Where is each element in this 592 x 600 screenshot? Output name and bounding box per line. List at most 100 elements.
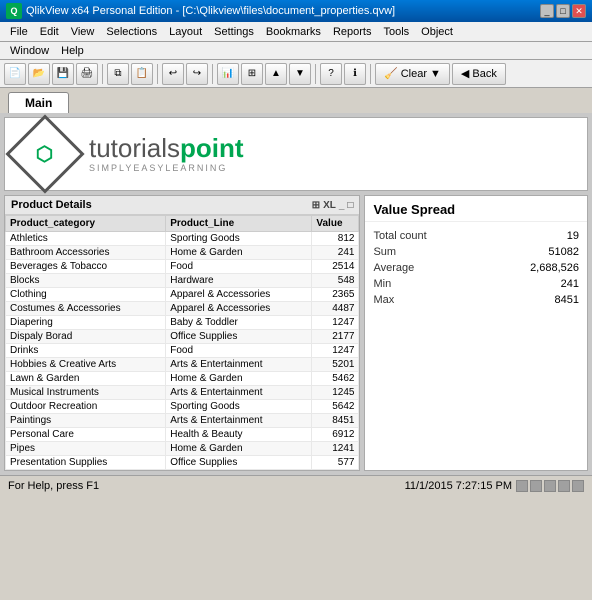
menu-window[interactable]: Window [4, 43, 55, 59]
separator-3 [212, 64, 213, 84]
clear-button[interactable]: 🧹 Clear ▼ [375, 63, 450, 85]
logo-icon: ⬡ [36, 142, 53, 167]
stat-value: 241 [561, 278, 579, 290]
status-bar: For Help, press F1 11/1/2015 7:27:15 PM [0, 475, 592, 495]
maximize-button[interactable]: □ [556, 4, 570, 18]
cell-category: Lawn & Garden [6, 372, 166, 386]
table-row[interactable]: Blocks Hardware 548 [6, 274, 359, 288]
cell-line: Home & Garden [166, 442, 312, 456]
help-button[interactable]: ? [320, 63, 342, 85]
back-label: Back [472, 68, 496, 80]
table-row[interactable]: Bathroom Accessories Home & Garden 241 [6, 246, 359, 260]
table-row[interactable]: Personal Care Health & Beauty 6912 [6, 428, 359, 442]
menu-settings[interactable]: Settings [208, 24, 260, 40]
cell-line: Hardware [166, 274, 312, 288]
cell-value: 1247 [312, 344, 359, 358]
table-row[interactable]: Lawn & Garden Home & Garden 5462 [6, 372, 359, 386]
table-row[interactable]: Musical Instruments Arts & Entertainment… [6, 386, 359, 400]
window-controls[interactable]: _ □ ✕ [540, 4, 586, 18]
redo-button[interactable]: ↪ [186, 63, 208, 85]
cell-category: Paintings [6, 414, 166, 428]
sub-menu-bar: Window Help [0, 42, 592, 60]
datetime: 11/1/2015 7:27:15 PM [405, 480, 512, 492]
menu-selections[interactable]: Selections [100, 24, 163, 40]
panel-icon-minimize[interactable]: _ [339, 200, 345, 211]
table-row[interactable]: Presentation Supplies Office Supplies 57… [6, 456, 359, 470]
col-header-line[interactable]: Product_Line [166, 216, 312, 232]
table-row[interactable]: Hobbies & Creative Arts Arts & Entertain… [6, 358, 359, 372]
new-button[interactable]: 📄 [4, 63, 26, 85]
menu-help[interactable]: Help [55, 43, 90, 59]
menu-tools[interactable]: Tools [377, 24, 415, 40]
cell-category: Pipes [6, 442, 166, 456]
down-button[interactable]: ▼ [289, 63, 311, 85]
panel-icon-grid[interactable]: ⊞ [312, 200, 320, 211]
table-row[interactable]: Drinks Food 1247 [6, 344, 359, 358]
panel-icon-xl[interactable]: XL [323, 200, 336, 211]
status-right: 11/1/2015 7:27:15 PM [405, 480, 584, 492]
cell-value: 2177 [312, 330, 359, 344]
menu-object[interactable]: Object [415, 24, 459, 40]
menu-view[interactable]: View [65, 24, 101, 40]
menu-bar: File Edit View Selections Layout Setting… [0, 22, 592, 42]
back-button[interactable]: ◀ Back [452, 63, 506, 85]
separator-2 [157, 64, 158, 84]
table-row[interactable]: Beverages & Tobacco Food 2514 [6, 260, 359, 274]
stat-label: Sum [373, 246, 396, 258]
brand-name: tutorialspoint [89, 135, 244, 161]
panel-header-controls[interactable]: ⊞ XL _ □ [312, 200, 354, 211]
cell-line: Apparel & Accessories [166, 288, 312, 302]
undo-button[interactable]: ↩ [162, 63, 184, 85]
logo-diamond: ⬡ [5, 114, 84, 193]
close-button[interactable]: ✕ [572, 4, 586, 18]
cell-line: Sporting Goods [166, 232, 312, 246]
col-header-value[interactable]: Value [312, 216, 359, 232]
menu-file[interactable]: File [4, 24, 34, 40]
up-button[interactable]: ▲ [265, 63, 287, 85]
tab-main[interactable]: Main [8, 92, 69, 113]
paste-button[interactable]: 📋 [131, 63, 153, 85]
copy-button[interactable]: ⧉ [107, 63, 129, 85]
panel-icon-maximize[interactable]: □ [347, 200, 353, 211]
print-button[interactable]: 🖨 [76, 63, 98, 85]
status-block-4 [558, 480, 570, 492]
cell-value: 6912 [312, 428, 359, 442]
table-row[interactable]: Diapering Baby & Toddler 1247 [6, 316, 359, 330]
cell-category: Diapering [6, 316, 166, 330]
separator-4 [315, 64, 316, 84]
cell-value: 5642 [312, 400, 359, 414]
stat-row: Max 8451 [373, 292, 579, 308]
table-row[interactable]: Clothing Apparel & Accessories 2365 [6, 288, 359, 302]
open-button[interactable]: 📂 [28, 63, 50, 85]
table-button[interactable]: ⊞ [241, 63, 263, 85]
cell-category: Drinks [6, 344, 166, 358]
menu-edit[interactable]: Edit [34, 24, 65, 40]
cell-line: Home & Garden [166, 246, 312, 260]
product-table-container[interactable]: Product_category Product_Line Value Athl… [5, 215, 359, 470]
cell-line: Food [166, 344, 312, 358]
table-row[interactable]: Costumes & Accessories Apparel & Accesso… [6, 302, 359, 316]
value-panel: Value Spread Total count 19 Sum 51082 Av… [364, 195, 588, 471]
table-row[interactable]: Outdoor Recreation Sporting Goods 5642 [6, 400, 359, 414]
status-block-2 [530, 480, 542, 492]
col-header-category[interactable]: Product_category [6, 216, 166, 232]
table-row[interactable]: Pipes Home & Garden 1241 [6, 442, 359, 456]
minimize-button[interactable]: _ [540, 4, 554, 18]
table-row[interactable]: Dispaly Borad Office Supplies 2177 [6, 330, 359, 344]
cell-value: 241 [312, 246, 359, 260]
product-panel-title: Product Details [11, 199, 92, 211]
cell-value: 4487 [312, 302, 359, 316]
menu-bookmarks[interactable]: Bookmarks [260, 24, 327, 40]
help-text: For Help, press F1 [8, 480, 99, 492]
table-row[interactable]: Athletics Sporting Goods 812 [6, 232, 359, 246]
menu-reports[interactable]: Reports [327, 24, 378, 40]
cell-category: Musical Instruments [6, 386, 166, 400]
menu-layout[interactable]: Layout [163, 24, 208, 40]
save-button[interactable]: 💾 [52, 63, 74, 85]
status-block-5 [572, 480, 584, 492]
info-button[interactable]: ℹ [344, 63, 366, 85]
chart-button[interactable]: 📊 [217, 63, 239, 85]
stat-row: Average 2,688,526 [373, 260, 579, 276]
cell-category: Beverages & Tobacco [6, 260, 166, 274]
table-row[interactable]: Paintings Arts & Entertainment 8451 [6, 414, 359, 428]
